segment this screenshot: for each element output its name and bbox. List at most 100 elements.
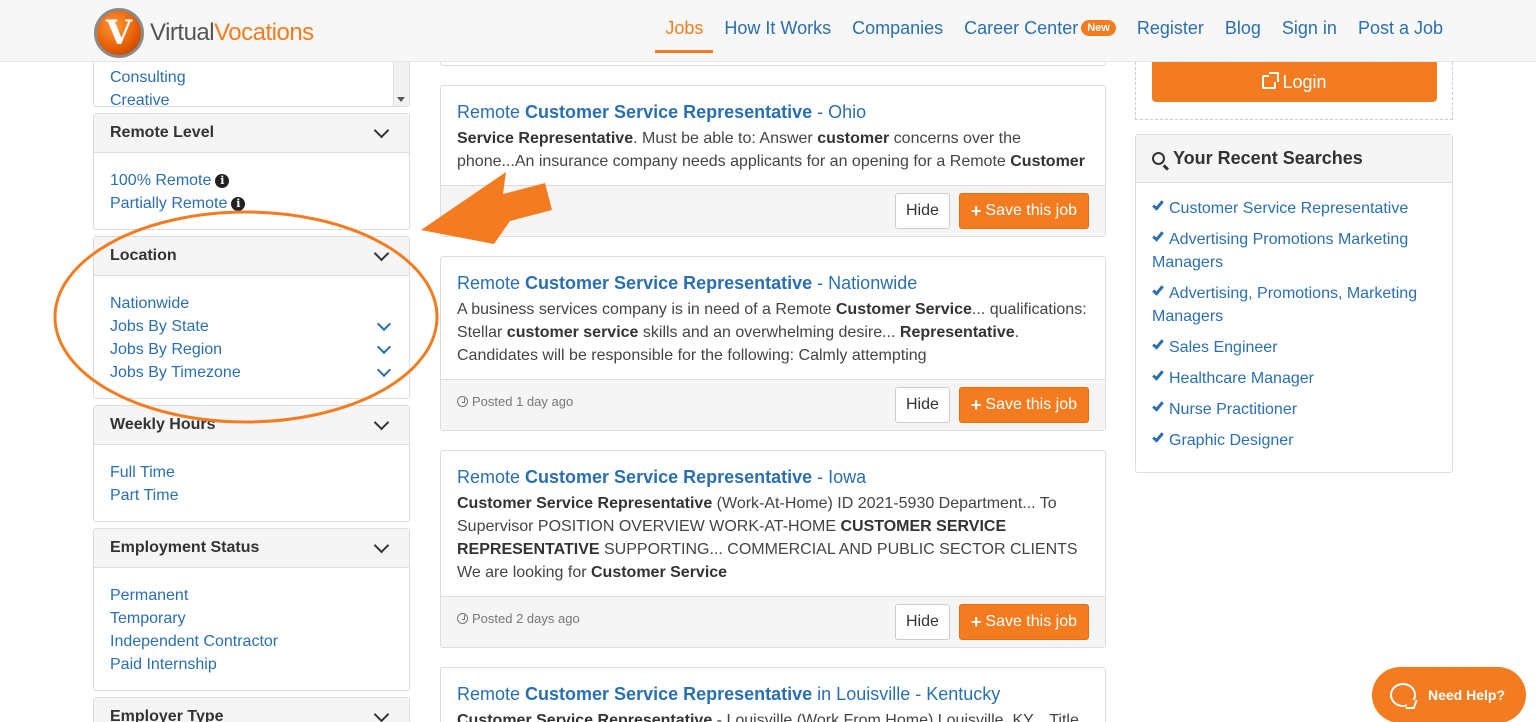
job-title-keyword: Customer Service Representative xyxy=(525,102,813,122)
filter-100-remote[interactable]: 100% Remote i xyxy=(110,169,230,192)
save-job-button[interactable]: + Save this job xyxy=(958,193,1089,229)
virtualvocations-logo[interactable]: V VirtualVocations xyxy=(94,8,314,58)
chevron-down-icon[interactable] xyxy=(373,706,390,722)
weekly-hours-title: Weekly Hours xyxy=(110,416,216,433)
recent-search-item[interactable]: Advertising Promotions Marketing Manager… xyxy=(1152,228,1436,274)
filter-jobs-by-region[interactable]: Jobs By Region xyxy=(110,338,393,361)
chevron-down-icon[interactable] xyxy=(373,537,390,554)
chevron-down-icon[interactable] xyxy=(373,245,390,262)
filter-jobs-by-timezone-label: Jobs By Timezone xyxy=(110,364,241,381)
search-icon xyxy=(1152,152,1165,165)
nav-blog[interactable]: Blog xyxy=(1225,18,1261,39)
weekly-hours-header[interactable]: Weekly Hours xyxy=(94,406,409,445)
job-description: A business services company is in need o… xyxy=(457,301,1087,364)
job-title-link[interactable]: Remote Customer Service Representative -… xyxy=(457,273,917,293)
category-list: Consulting Creative xyxy=(93,62,410,107)
filter-independent-contractor[interactable]: Independent Contractor xyxy=(110,630,393,653)
need-help-button[interactable]: Need Help? xyxy=(1372,667,1526,722)
nav-career-center[interactable]: Career Center New xyxy=(964,18,1116,39)
recent-search-label: Advertising Promotions Marketing Manager… xyxy=(1152,231,1409,271)
nav-jobs[interactable]: Jobs xyxy=(655,18,714,53)
info-icon[interactable]: i xyxy=(231,196,246,211)
scroll-down-icon[interactable] xyxy=(397,97,405,102)
job-title-location: - Ohio xyxy=(812,102,867,122)
chevron-down-icon[interactable] xyxy=(376,362,392,378)
recent-search-item[interactable]: Graphic Designer xyxy=(1152,429,1436,452)
job-title-location: in Louisville - Kentucky xyxy=(812,684,1001,704)
info-icon[interactable]: i xyxy=(215,173,230,188)
hide-button[interactable]: Hide xyxy=(894,604,950,640)
location-header[interactable]: Location xyxy=(94,237,409,276)
nav-how-it-works[interactable]: How It Works xyxy=(724,18,831,39)
category-scrollbar[interactable] xyxy=(393,62,409,106)
plus-icon: + xyxy=(970,612,982,632)
job-title-prefix: Remote xyxy=(457,684,526,704)
nav-register[interactable]: Register xyxy=(1137,18,1204,39)
chevron-down-icon[interactable] xyxy=(373,414,390,431)
filter-permanent-label: Permanent xyxy=(110,587,189,604)
site-header: V VirtualVocations Jobs How It Works Com… xyxy=(0,0,1536,62)
login-box: Login xyxy=(1135,62,1453,120)
job-description: Customer Service Representative - Louisv… xyxy=(457,712,1079,722)
job-card: Remote Customer Service Representative -… xyxy=(440,85,1106,237)
hide-button[interactable]: Hide xyxy=(894,387,950,423)
job-title-prefix: Remote xyxy=(457,102,526,122)
job-title-link[interactable]: Remote Customer Service Representative -… xyxy=(457,102,866,122)
job-card: Remote Customer Service Representative -… xyxy=(440,450,1106,648)
filter-full-time[interactable]: Full Time xyxy=(110,461,393,484)
remote-level-header[interactable]: Remote Level xyxy=(94,114,409,153)
job-title-location: - Nationwide xyxy=(812,273,918,293)
filter-partially-remote-label: Partially Remote xyxy=(110,195,228,212)
posted-date-label: Posted 2 days ago xyxy=(472,610,580,626)
filter-partially-remote[interactable]: Partially Remote i xyxy=(110,192,246,215)
filter-nationwide-label: Nationwide xyxy=(110,295,190,312)
save-job-button[interactable]: + Save this job xyxy=(958,604,1089,640)
filter-100-remote-label: 100% Remote xyxy=(110,172,212,189)
recent-search-item[interactable]: Sales Engineer xyxy=(1152,336,1436,359)
login-button[interactable]: Login xyxy=(1152,62,1437,102)
filter-temporary[interactable]: Temporary xyxy=(110,607,393,630)
filter-permanent[interactable]: Permanent xyxy=(110,584,393,607)
filter-jobs-by-state[interactable]: Jobs By State xyxy=(110,315,393,338)
employment-status-header[interactable]: Employment Status xyxy=(94,529,409,568)
category-creative[interactable]: Creative xyxy=(110,89,393,106)
recent-search-item[interactable]: Nurse Practitioner xyxy=(1152,398,1436,421)
filter-sidebar: Consulting Creative Remote Level 100% Re… xyxy=(93,62,410,722)
job-card: Remote Customer Service Representative -… xyxy=(440,256,1106,431)
job-description: Service Representative. Must be able to:… xyxy=(457,130,1085,170)
nav-post-job[interactable]: Post a Job xyxy=(1358,18,1443,39)
chevron-down-icon[interactable] xyxy=(376,339,392,355)
category-consulting[interactable]: Consulting xyxy=(110,66,393,89)
recent-search-label: Advertising, Promotions, Marketing Manag… xyxy=(1152,285,1418,325)
check-icon xyxy=(1152,399,1164,412)
recent-search-item[interactable]: Advertising, Promotions, Marketing Manag… xyxy=(1152,282,1436,328)
chat-bubble-icon xyxy=(1390,683,1416,707)
job-title-link[interactable]: Remote Customer Service Representative -… xyxy=(457,467,866,487)
filter-paid-internship-label: Paid Internship xyxy=(110,656,217,673)
hide-button[interactable]: Hide xyxy=(894,193,950,229)
filter-nationwide[interactable]: Nationwide xyxy=(110,292,393,315)
weekly-hours-panel: Weekly Hours Full Time Part Time xyxy=(93,405,410,522)
job-title-keyword: Customer Service Representative xyxy=(525,684,813,704)
job-title-link[interactable]: Remote Customer Service Representative i… xyxy=(457,684,1000,704)
filter-jobs-by-timezone[interactable]: Jobs By Timezone xyxy=(110,361,393,384)
plus-icon: + xyxy=(970,201,982,221)
save-job-label: Save this job xyxy=(985,396,1077,413)
job-title-keyword: Customer Service Representative xyxy=(525,467,813,487)
nav-companies[interactable]: Companies xyxy=(852,18,943,39)
job-card-footer: Posted 1 day ago Hide + Save this job xyxy=(441,379,1105,430)
employer-type-header[interactable]: Employer Type xyxy=(94,698,409,722)
nav-sign-in[interactable]: Sign in xyxy=(1282,18,1337,39)
logo-badge-icon: V xyxy=(94,8,144,58)
filter-jobs-by-region-label: Jobs By Region xyxy=(110,341,223,358)
external-link-icon xyxy=(1262,72,1280,89)
chevron-down-icon[interactable] xyxy=(376,316,392,332)
filter-part-time[interactable]: Part Time xyxy=(110,484,393,507)
save-job-button[interactable]: + Save this job xyxy=(958,387,1089,423)
recent-search-item[interactable]: Healthcare Manager xyxy=(1152,367,1436,390)
new-badge: New xyxy=(1081,20,1116,37)
filter-paid-internship[interactable]: Paid Internship xyxy=(110,653,393,676)
chevron-down-icon[interactable] xyxy=(373,122,390,139)
employment-status-title: Employment Status xyxy=(110,539,260,556)
recent-search-item[interactable]: Customer Service Representative xyxy=(1152,197,1436,220)
